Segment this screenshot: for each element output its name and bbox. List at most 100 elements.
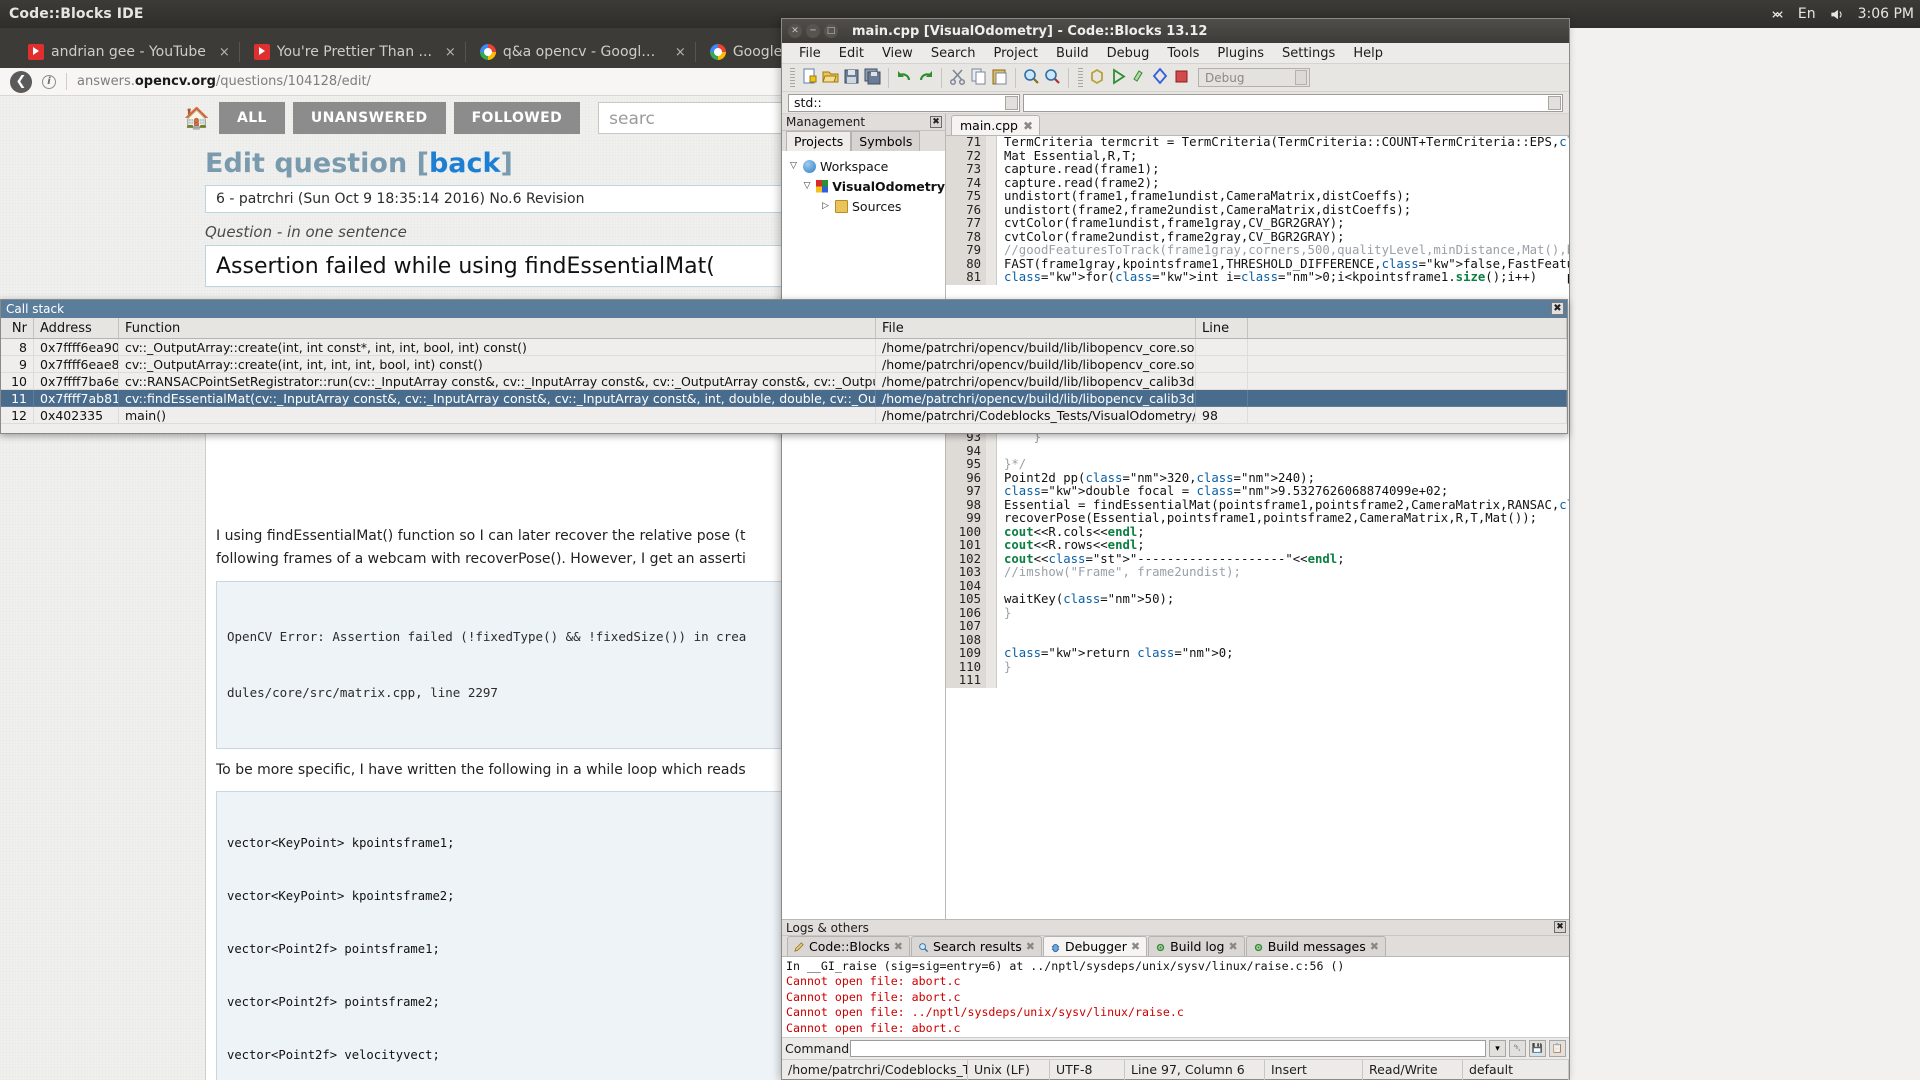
call-stack-row[interactable]: 80x7ffff6ea904dcv::_OutputArray::create(…: [1, 339, 1567, 356]
back-link[interactable]: back: [429, 148, 501, 179]
column-header-file[interactable]: File: [876, 318, 1196, 338]
logs-tab-codeblocks[interactable]: Code::Blocks ✖: [787, 936, 910, 956]
code-line[interactable]: 71 TermCriteria termcrit = TermCriteria(T…: [946, 136, 1569, 150]
abort-icon[interactable]: [1172, 67, 1191, 88]
tab-close-icon[interactable]: ×: [675, 45, 686, 60]
run-icon[interactable]: [1109, 67, 1128, 88]
codeblocks-title-bar[interactable]: ✕ ─ □ main.cpp [VisualOdometry] - Code::…: [782, 19, 1569, 43]
chevron-down-icon[interactable]: ▾: [1489, 1040, 1506, 1057]
toolbar-grip[interactable]: [1078, 67, 1083, 88]
code-line[interactable]: 100 cout<<R.cols<<endl;: [946, 525, 1569, 539]
chevron-down-icon[interactable]: ▽: [788, 161, 799, 171]
copy-log-icon[interactable]: 📋: [1549, 1040, 1566, 1057]
menu-tools[interactable]: Tools: [1158, 46, 1208, 61]
code-line[interactable]: 108: [946, 633, 1569, 647]
tab-close-icon[interactable]: ×: [219, 45, 230, 60]
call-stack-title-bar[interactable]: Call stack ✖: [1, 300, 1567, 318]
code-line[interactable]: 75 undistort(frame1,frame1undist,CameraMa…: [946, 189, 1569, 204]
open-file-icon[interactable]: [821, 67, 840, 88]
save-all-icon[interactable]: [863, 67, 882, 88]
symbol-scope-select[interactable]: std::: [788, 93, 1020, 112]
column-header-nr[interactable]: Nr: [1, 318, 34, 338]
close-icon[interactable]: ✖: [1554, 921, 1566, 933]
fold-margin[interactable]: [986, 203, 997, 217]
menu-plugins[interactable]: Plugins: [1208, 46, 1273, 61]
replace-icon[interactable]: [1043, 67, 1062, 88]
fold-margin[interactable]: [986, 660, 997, 674]
menu-file[interactable]: File: [790, 46, 830, 61]
menu-build[interactable]: Build: [1047, 46, 1098, 61]
column-header-line[interactable]: Line: [1196, 318, 1248, 338]
fold-margin[interactable]: [986, 552, 997, 566]
copy-icon[interactable]: [969, 67, 988, 88]
rebuild-icon[interactable]: [1151, 67, 1170, 88]
fold-margin[interactable]: [986, 539, 997, 553]
close-icon[interactable]: ✖: [1023, 119, 1033, 133]
fold-margin[interactable]: [986, 647, 997, 661]
nav-all[interactable]: ALL: [219, 102, 285, 134]
fold-margin[interactable]: [986, 163, 997, 177]
editor-tab-main-cpp[interactable]: main.cpp ✖: [951, 115, 1041, 135]
redo-icon[interactable]: [916, 67, 935, 88]
code-editor[interactable]: 71 TermCriteria termcrit = TermCriteria(T…: [946, 136, 1569, 919]
code-line[interactable]: 106}: [946, 606, 1569, 620]
tab-close-icon[interactable]: ×: [445, 45, 456, 60]
back-arrow-icon[interactable]: ❮: [10, 70, 32, 93]
logs-tab-build-log[interactable]: Build log ✖: [1148, 936, 1245, 956]
fold-margin[interactable]: [986, 257, 997, 271]
undo-icon[interactable]: [895, 67, 914, 88]
close-icon[interactable]: ✖: [930, 116, 942, 128]
code-line[interactable]: 103 //imshow("Frame", frame2undist);: [946, 565, 1569, 580]
volume-icon[interactable]: [1829, 7, 1845, 22]
new-file-icon[interactable]: [800, 67, 819, 88]
fold-margin[interactable]: [986, 136, 997, 150]
menu-view[interactable]: View: [873, 46, 922, 61]
save-log-icon[interactable]: 💾: [1529, 1040, 1546, 1057]
fold-margin[interactable]: [986, 271, 997, 285]
menu-debug[interactable]: Debug: [1098, 46, 1159, 61]
info-icon[interactable]: i: [42, 74, 56, 89]
command-input[interactable]: [850, 1040, 1486, 1057]
chevron-down-icon[interactable]: [1005, 95, 1018, 110]
home-icon[interactable]: 🏠: [175, 106, 219, 131]
close-icon[interactable]: ✕: [788, 24, 802, 38]
fold-margin[interactable]: [986, 593, 997, 607]
keyboard-layout-indicator[interactable]: En: [1798, 6, 1816, 22]
close-icon[interactable]: ✖: [1551, 302, 1564, 315]
clock[interactable]: 3:06 PM: [1858, 6, 1914, 22]
build-icon[interactable]: [1088, 67, 1107, 88]
fold-margin[interactable]: [986, 149, 997, 163]
menu-edit[interactable]: Edit: [830, 46, 873, 61]
column-header-address[interactable]: Address: [34, 318, 119, 338]
tree-node-workspace[interactable]: ▽ Workspace: [786, 156, 945, 176]
logs-tab-debugger[interactable]: Debugger ✖: [1042, 936, 1148, 956]
code-line[interactable]: 81 class="kw">for(class="kw">int i=class=…: [946, 270, 1569, 285]
code-line[interactable]: 111: [946, 673, 1569, 688]
fold-margin[interactable]: [986, 485, 997, 499]
address-bar[interactable]: answers.opencv.org/questions/104128/edit…: [77, 74, 371, 89]
nav-followed[interactable]: FOLLOWED: [453, 102, 581, 134]
code-line[interactable]: 79 //goodFeaturesToTrack(frame1gray,corne…: [946, 243, 1569, 258]
code-line[interactable]: 98 Essential = findEssentialMat(pointsfra…: [946, 498, 1569, 512]
search-input[interactable]: searc: [598, 102, 799, 134]
code-line[interactable]: 78 cvtColor(frame2undist,frame2gray,CV_BG…: [946, 230, 1569, 244]
close-icon[interactable]: ✖: [1229, 940, 1238, 953]
toolbar-grip[interactable]: [790, 67, 795, 88]
chevron-down-icon[interactable]: ▽: [802, 181, 812, 191]
code-line[interactable]: 110}: [946, 660, 1569, 674]
call-stack-row[interactable]: 90x7ffff6eae8c3cv::_OutputArray::create(…: [1, 356, 1567, 373]
network-icon[interactable]: [1770, 7, 1785, 22]
debugger-log-output[interactable]: In __GI_raise (sig=sig=entry=6) at ../np…: [782, 957, 1569, 1037]
fold-margin[interactable]: [986, 606, 997, 620]
fold-margin[interactable]: [986, 566, 997, 580]
chevron-down-icon[interactable]: [1295, 70, 1307, 85]
cut-icon[interactable]: [948, 67, 967, 88]
fold-margin[interactable]: [986, 458, 997, 472]
code-line[interactable]: 80 FAST(frame1gray,kpointsframe1,THRESHOL…: [946, 257, 1569, 271]
chevron-down-icon[interactable]: [1548, 95, 1561, 110]
tree-node-sources[interactable]: ▷ Sources: [786, 196, 945, 216]
fold-margin[interactable]: [986, 498, 997, 512]
code-line[interactable]: 95}*/: [946, 457, 1569, 472]
close-icon[interactable]: ✖: [894, 940, 903, 953]
code-line[interactable]: 74 capture.read(frame2);: [946, 176, 1569, 190]
